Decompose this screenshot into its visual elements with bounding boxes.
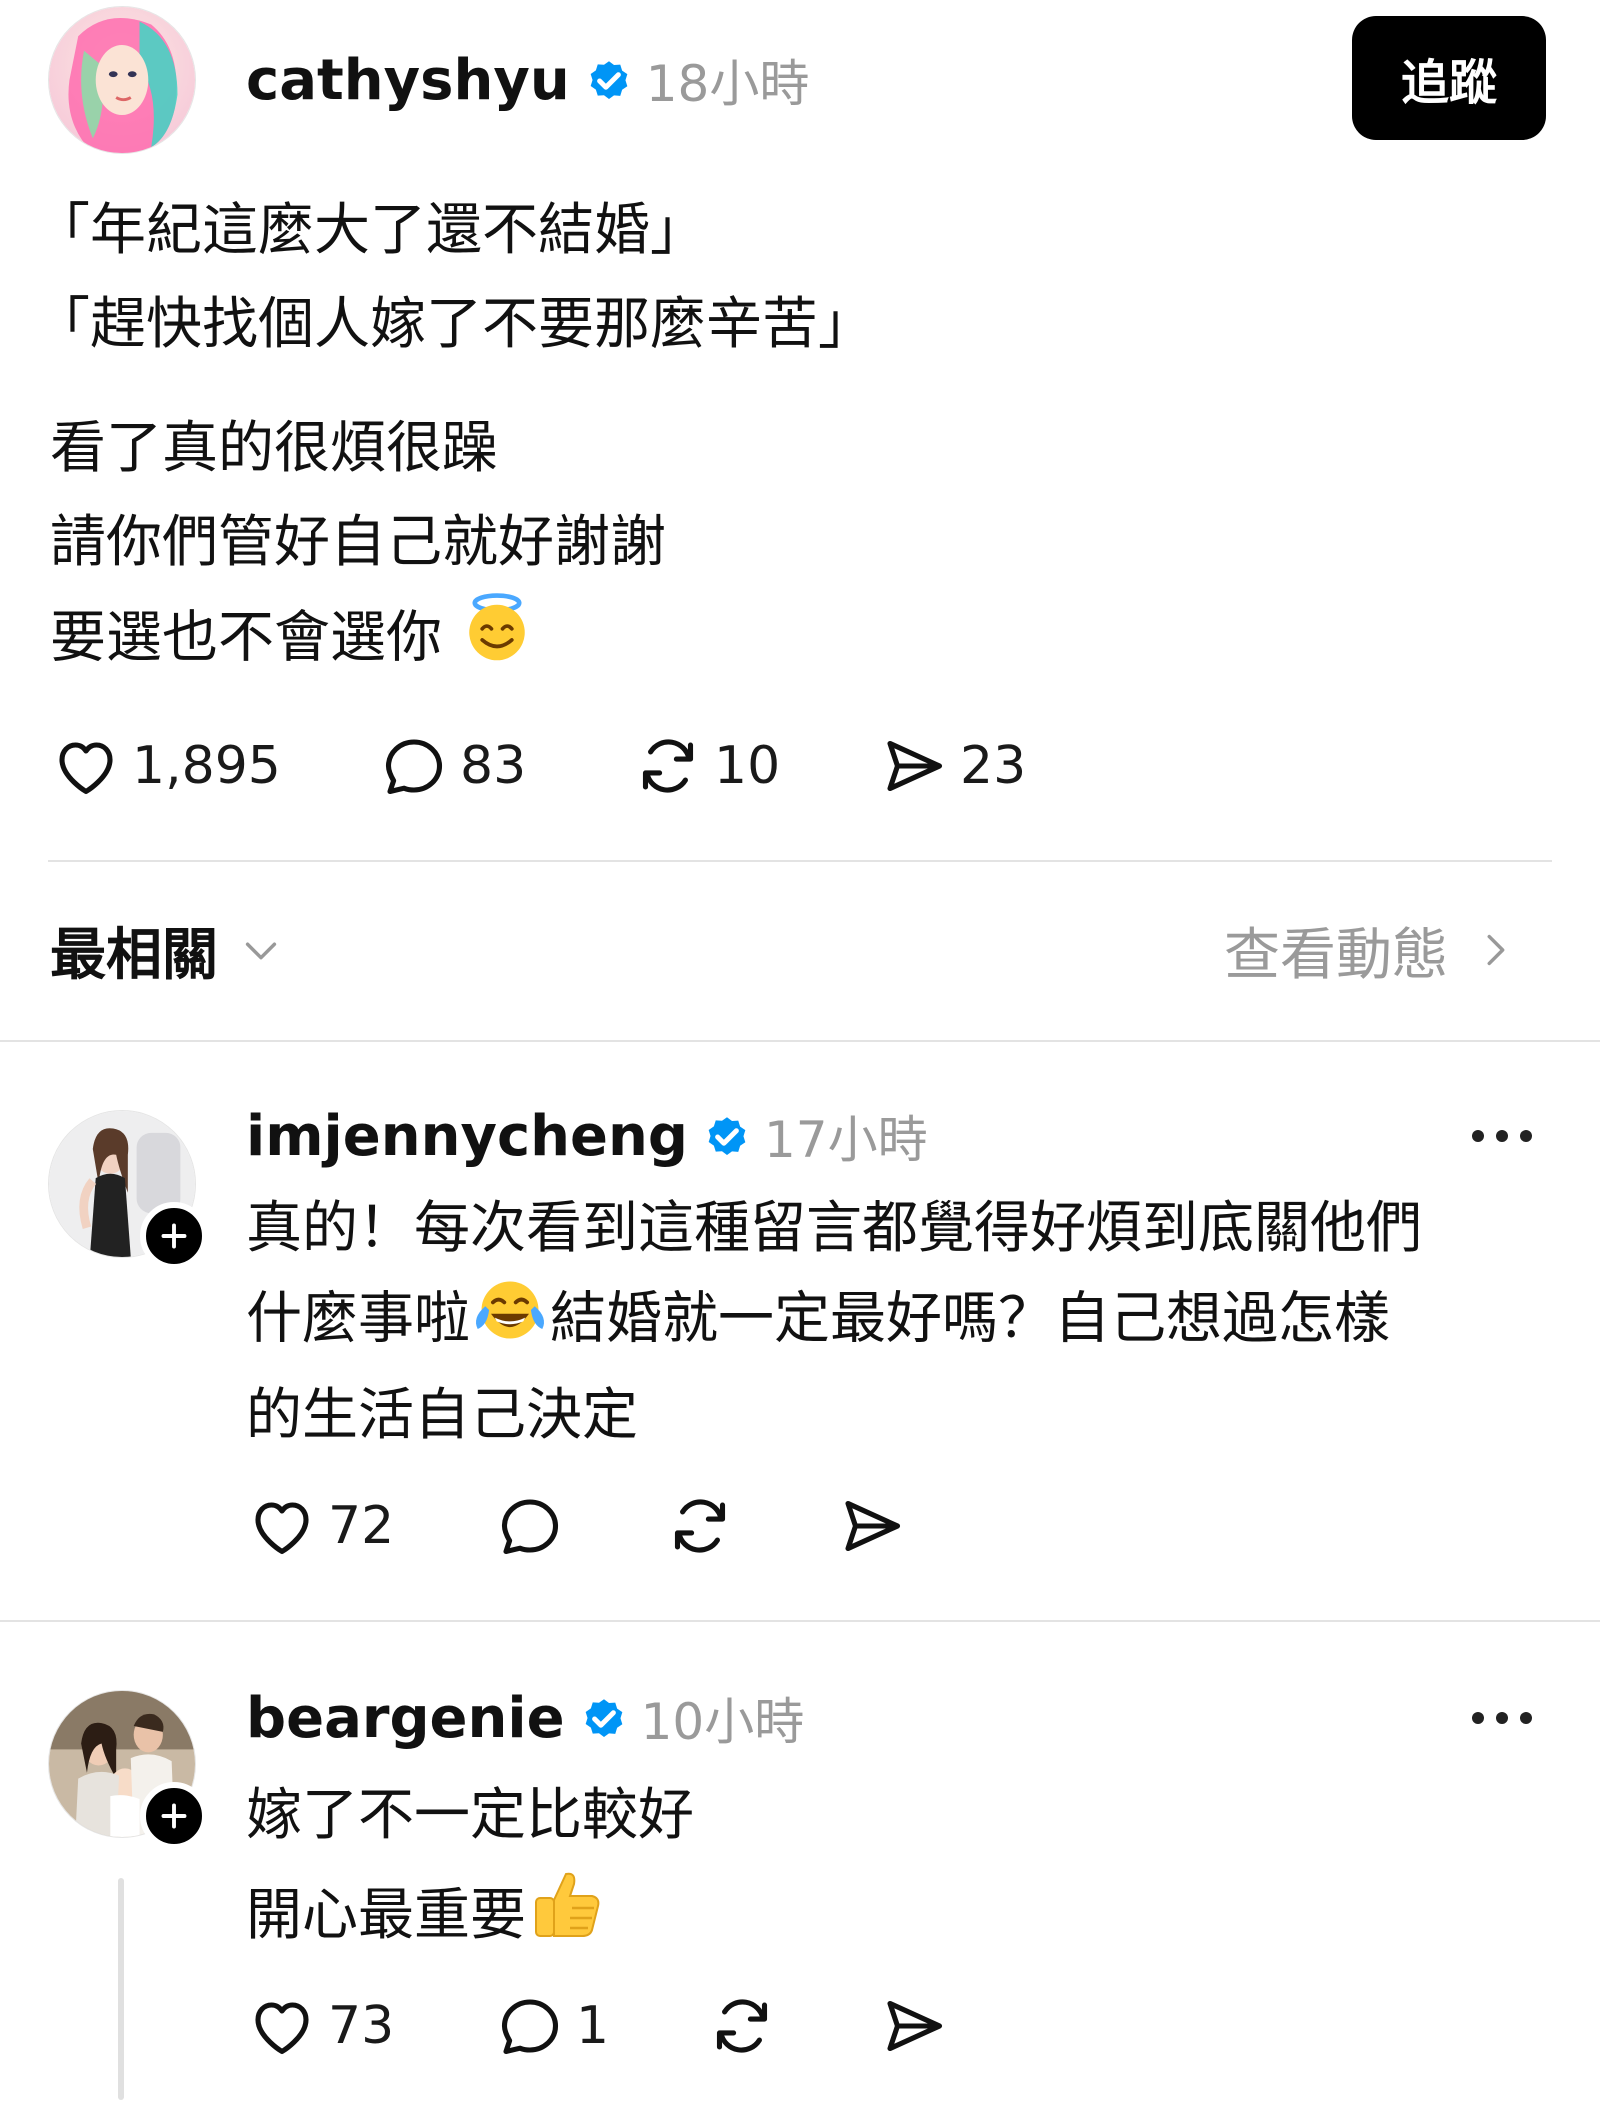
- send-icon: [887, 740, 943, 792]
- divider: [48, 860, 1552, 862]
- heart-icon: [255, 1502, 309, 1555]
- divider: [0, 1040, 1600, 1042]
- more-options-icon[interactable]: [1470, 1710, 1534, 1726]
- reply-actions: 72: [246, 1490, 936, 1562]
- heart-icon: [59, 742, 113, 795]
- post-line: 「趕快找個人嫁了不要那麼辛苦」: [34, 292, 874, 357]
- reply-body: 嫁了不一定比較好 開心最重要: [246, 1768, 694, 1974]
- share-button[interactable]: [836, 1490, 936, 1562]
- like-count: 73: [328, 1996, 395, 2056]
- comment-count: 83: [460, 736, 527, 796]
- heart-icon: [255, 2002, 309, 2055]
- thread-line: [118, 1878, 124, 2100]
- reply-header: imjennycheng 17小時: [246, 1100, 928, 1172]
- chevron-right-icon: [1487, 934, 1505, 966]
- reply-username[interactable]: beargenie: [246, 1686, 565, 1751]
- reply-header: beargenie 10小時: [246, 1682, 804, 1754]
- reply-time: 17小時: [763, 1111, 928, 1169]
- post-line: 看了真的很煩很躁: [50, 416, 498, 481]
- more-options-icon[interactable]: [1470, 1128, 1534, 1144]
- comment-button[interactable]: 1: [494, 1990, 706, 2062]
- reply-line: 結婚就一定最好嗎？自己想過怎樣: [550, 1286, 1390, 1352]
- post-line: 請你們管好自己就好謝謝: [50, 510, 666, 575]
- post-actions: 1,895 83 10 23: [50, 730, 1078, 802]
- comment-icon: [385, 739, 443, 795]
- post-time: 18小時: [645, 55, 810, 113]
- post-body-quotes: 「年紀這麼大了還不結婚」 「趕快找個人嫁了不要那麼辛苦」: [34, 184, 874, 372]
- comment-button[interactable]: 83: [378, 730, 632, 802]
- post-line: 要選也不會選你: [50, 605, 442, 671]
- like-button[interactable]: 72: [246, 1490, 494, 1562]
- repost-count: 10: [714, 736, 781, 796]
- post-line: 「年紀這麼大了還不結婚」: [34, 198, 706, 263]
- like-count: 72: [328, 1496, 395, 1556]
- like-button[interactable]: 73: [246, 1990, 494, 2062]
- repost-icon: [674, 1499, 726, 1553]
- repost-icon: [642, 739, 694, 793]
- reply-body: 真的！每次看到這種留言都覺得好煩到底關他們 什麼事啦 結婚就一定最好嗎？自己想過…: [246, 1186, 1422, 1459]
- reply-line-emoji: 開心最重要: [246, 1864, 694, 1974]
- author-username[interactable]: cathyshyu: [246, 48, 570, 113]
- reply-time: 10小時: [640, 1693, 805, 1751]
- reply-line: 什麼事啦: [246, 1286, 470, 1352]
- follow-button[interactable]: 追蹤: [1352, 16, 1546, 140]
- share-button[interactable]: 23: [878, 730, 1078, 802]
- reply-line: 真的！每次看到這種留言都覺得好煩到底關他們: [246, 1196, 1422, 1261]
- reply-line-emoji: 什麼事啦 結婚就一定最好嗎？自己想過怎樣: [246, 1272, 1422, 1373]
- view-activity-label: 查看動態: [1224, 922, 1448, 988]
- follow-plus-button[interactable]: [140, 1202, 208, 1270]
- smiling-face-with-halo-icon: [460, 590, 534, 693]
- post-line-last: 要選也不會選你: [50, 590, 666, 693]
- post-header: cathyshyu 18小時: [246, 44, 809, 116]
- repost-button[interactable]: [706, 1990, 878, 2062]
- share-button[interactable]: [878, 1990, 978, 2062]
- thumbs-up-icon: [526, 1864, 606, 1974]
- sort-label: 最相關: [50, 922, 218, 988]
- comment-icon: [501, 1999, 559, 2055]
- repost-icon: [716, 1999, 768, 2053]
- repost-button[interactable]: 10: [632, 730, 878, 802]
- comment-count: 1: [576, 1996, 610, 2056]
- reply-line: 嫁了不一定比較好: [246, 1783, 694, 1848]
- reply-line: 開心最重要: [246, 1883, 526, 1949]
- reply-actions: 73 1: [246, 1990, 978, 2062]
- view-activity-link[interactable]: 查看動態: [1224, 915, 1518, 988]
- like-count: 1,895: [132, 736, 281, 796]
- plus-icon: [161, 1803, 187, 1829]
- send-icon: [845, 1500, 901, 1552]
- sort-dropdown[interactable]: 最相關: [50, 915, 284, 988]
- post-body-text: 看了真的很煩很躁 請你們管好自己就好謝謝 要選也不會選你: [50, 402, 666, 693]
- comment-icon: [501, 1499, 559, 1555]
- verified-badge-icon: [585, 1699, 622, 1737]
- plus-icon: [161, 1223, 187, 1249]
- chevron-down-icon: [245, 942, 277, 960]
- follow-plus-button[interactable]: [140, 1782, 208, 1850]
- reply-line: 的生活自己決定: [246, 1383, 638, 1448]
- divider: [0, 1620, 1600, 1622]
- verified-badge-icon: [708, 1117, 746, 1155]
- share-count: 23: [960, 736, 1027, 796]
- verified-badge-icon: [590, 61, 628, 99]
- author-avatar[interactable]: [48, 6, 196, 154]
- reply-username[interactable]: imjennycheng: [246, 1104, 688, 1169]
- send-icon: [887, 2000, 943, 2052]
- comment-button[interactable]: [494, 1490, 664, 1562]
- repost-button[interactable]: [664, 1490, 836, 1562]
- face-with-tears-of-joy-icon: [470, 1272, 550, 1373]
- like-button[interactable]: 1,895: [50, 730, 378, 802]
